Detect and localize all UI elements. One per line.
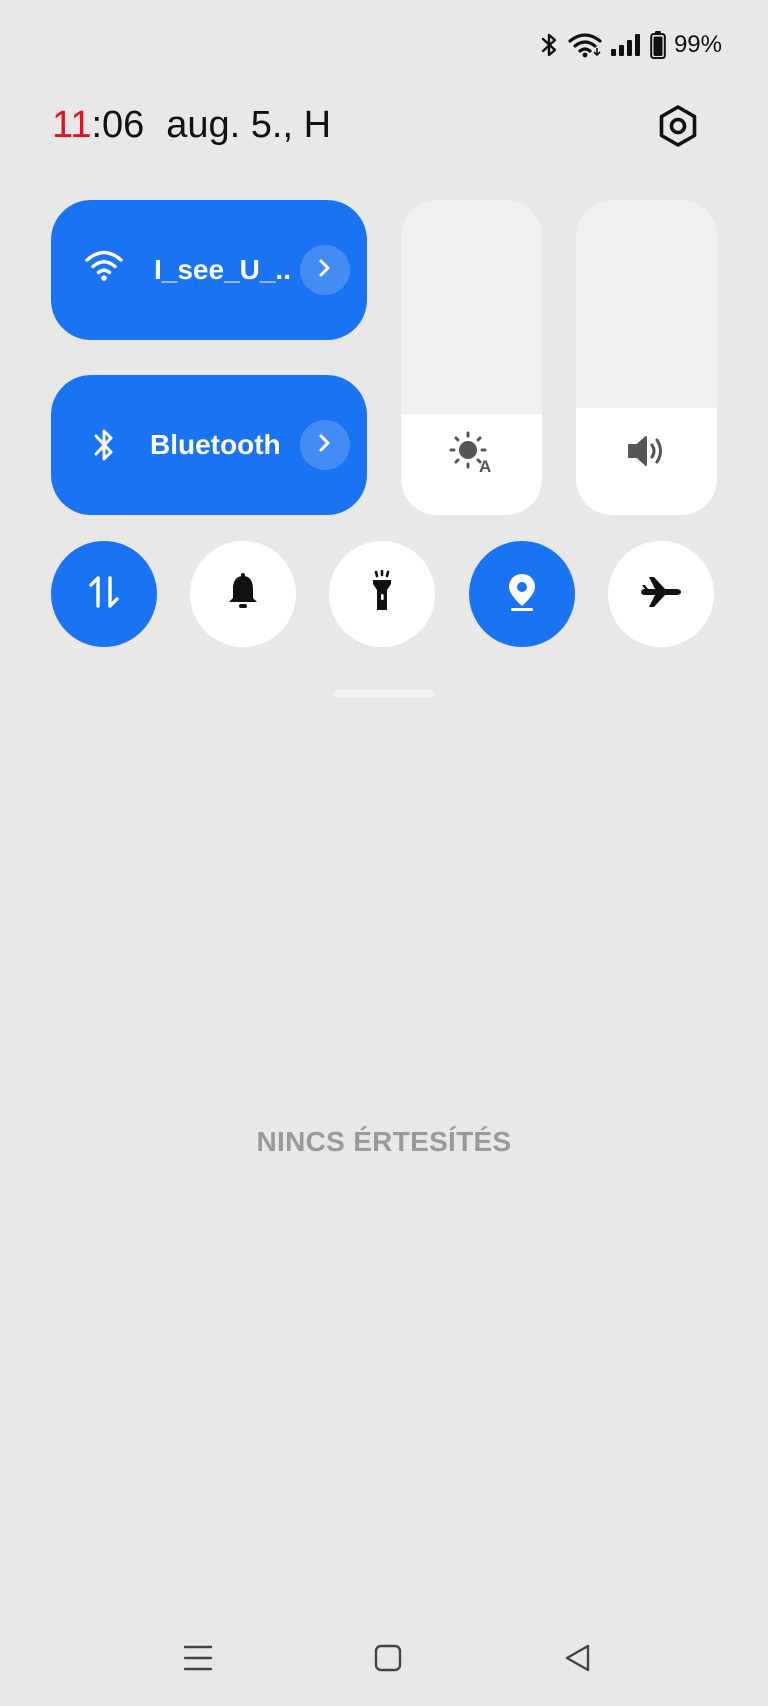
- signal-icon: [610, 33, 642, 57]
- flashlight-toggle[interactable]: [329, 541, 435, 647]
- airplane-mode-toggle[interactable]: [608, 541, 714, 647]
- navigation-bar: [0, 1630, 768, 1690]
- location-pin-icon: [505, 571, 539, 618]
- wifi-icon: [568, 32, 602, 58]
- menu-icon: [183, 1644, 213, 1677]
- clock-date-row: 11:06 aug. 5., H: [52, 104, 331, 147]
- flashlight-icon: [366, 569, 398, 619]
- auto-brightness-icon: A: [448, 430, 496, 479]
- battery-icon: [650, 31, 666, 59]
- mobile-data-toggle[interactable]: [51, 541, 157, 647]
- no-notifications-text: NINCS ÉRTESÍTÉS: [256, 1126, 512, 1157]
- home-icon: [374, 1644, 402, 1677]
- airplane-icon: [639, 574, 683, 615]
- chevron-right-icon: [318, 433, 332, 458]
- wifi-details-button[interactable]: [300, 245, 350, 295]
- recent-apps-button[interactable]: [168, 1630, 228, 1690]
- bluetooth-icon: [79, 420, 129, 470]
- status-bar: 99%: [540, 28, 722, 62]
- sound-toggle[interactable]: [190, 541, 296, 647]
- home-button[interactable]: [358, 1630, 418, 1690]
- bluetooth-icon: [540, 32, 560, 58]
- volume-slider[interactable]: [576, 200, 717, 515]
- brightness-slider[interactable]: A: [401, 200, 542, 515]
- location-toggle[interactable]: [469, 541, 575, 647]
- battery-percentage: 99%: [673, 31, 722, 58]
- wifi-network-name: I_see_U_..: [154, 254, 291, 285]
- panel-drag-handle[interactable]: [334, 690, 434, 698]
- date[interactable]: aug. 5., H: [166, 104, 331, 147]
- clock-minutes: :06: [91, 104, 145, 146]
- bluetooth-tile[interactable]: Bluetooth: [51, 375, 367, 515]
- back-icon: [563, 1643, 591, 1678]
- chevron-right-icon: [318, 258, 332, 283]
- data-arrows-icon: [86, 572, 122, 617]
- bluetooth-details-button[interactable]: [300, 420, 350, 470]
- clock-hours: 11: [52, 104, 92, 146]
- back-button[interactable]: [547, 1630, 607, 1690]
- wifi-tile[interactable]: I_see_U_..: [51, 200, 367, 340]
- wifi-icon: [79, 240, 129, 290]
- volume-icon: [626, 432, 668, 475]
- settings-button[interactable]: [654, 104, 702, 152]
- clock[interactable]: 11:06: [52, 104, 144, 147]
- bell-icon: [225, 572, 261, 617]
- bluetooth-label: Bluetooth: [150, 429, 281, 460]
- svg-text:A: A: [479, 457, 491, 474]
- settings-hexagon-icon: [656, 104, 700, 153]
